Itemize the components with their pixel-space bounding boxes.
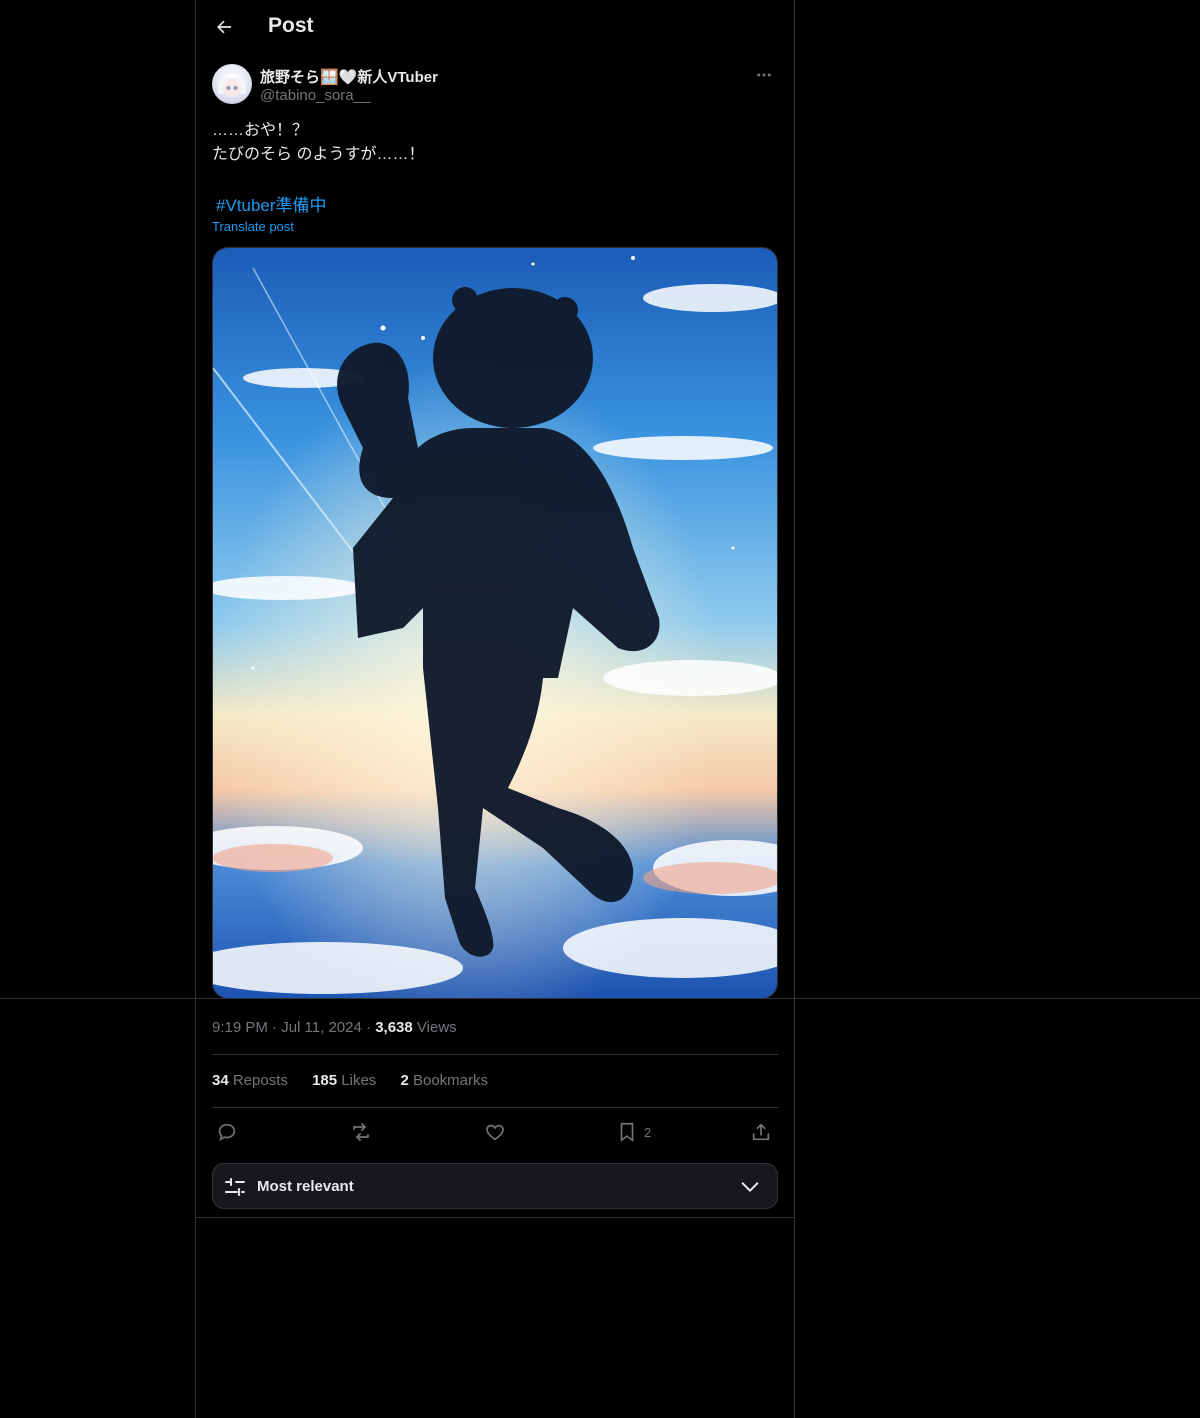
back-arrow-icon: [217, 20, 232, 34]
meta-separator: ·: [272, 1019, 282, 1036]
bookmark-button[interactable]: 2: [616, 1118, 651, 1146]
more-button[interactable]: [750, 64, 778, 86]
more-icon: [757, 73, 771, 77]
page-title: Post: [268, 14, 314, 37]
bookmark-icon: [620, 1122, 634, 1142]
user-handle[interactable]: @tabino_sora__: [260, 87, 370, 104]
sort-label: Most relevant: [257, 1178, 354, 1195]
likes-count: 185: [312, 1072, 338, 1089]
like-icon: [486, 1124, 504, 1141]
page-header: Post: [196, 0, 794, 54]
hashtag-link[interactable]: #Vtuber準備中: [216, 191, 327, 216]
main-column: Post 旅野そら🪟🤍新人VTuber @tabino_sora__ ……おや！…: [195, 0, 795, 1418]
display-name[interactable]: 旅野そら🪟🤍新人VTuber: [260, 66, 438, 87]
views-count: 3,638: [375, 1019, 413, 1036]
likes-label: Likes: [341, 1072, 377, 1089]
bookmarks-count: 2: [400, 1072, 409, 1089]
sort-replies-dropdown[interactable]: Most relevant: [212, 1163, 778, 1209]
back-button[interactable]: [210, 13, 238, 41]
divider: [212, 1054, 778, 1055]
divider: [212, 1107, 778, 1108]
bookmarks-stat[interactable]: 2 Bookmarks: [400, 1072, 488, 1089]
repost-button[interactable]: [349, 1118, 373, 1146]
share-button[interactable]: [750, 1118, 772, 1146]
translate-post-link[interactable]: Translate post: [212, 219, 294, 234]
share-icon: [752, 1123, 770, 1141]
post-time[interactable]: 9:19 PM: [212, 1019, 268, 1036]
likes-stat[interactable]: 185 Likes: [312, 1072, 376, 1089]
post-image[interactable]: [212, 247, 778, 999]
reply-button[interactable]: [216, 1118, 238, 1146]
bookmark-count: 2: [644, 1124, 652, 1140]
meta-separator: ·: [366, 1019, 376, 1036]
avatar[interactable]: [212, 64, 252, 104]
views-label: Views: [416, 1019, 457, 1036]
reposts-label: Reposts: [232, 1072, 288, 1089]
post-text: ……おや！？ たびのそら のようすが……！: [212, 122, 425, 163]
post-date[interactable]: Jul 11, 2024: [281, 1019, 362, 1036]
post-meta: 9:19 PM · Jul 11, 2024 · 3,638 Views: [212, 1019, 457, 1036]
reply-icon: [218, 1123, 236, 1142]
sliders-icon: [225, 1178, 245, 1196]
chevron-down-icon: [741, 1182, 759, 1192]
action-bar: 2: [212, 1118, 778, 1146]
repost-icon: [353, 1123, 369, 1141]
reposts-count: 34: [212, 1072, 229, 1089]
post-stats: 34 Reposts 185 Likes 2 Bookmarks: [212, 1072, 508, 1089]
post-author: 旅野そら🪟🤍新人VTuber @tabino_sora__: [212, 64, 778, 108]
like-button[interactable]: [484, 1118, 506, 1146]
bookmarks-label: Bookmarks: [412, 1072, 489, 1089]
reposts-stat[interactable]: 34 Reposts: [212, 1072, 288, 1089]
